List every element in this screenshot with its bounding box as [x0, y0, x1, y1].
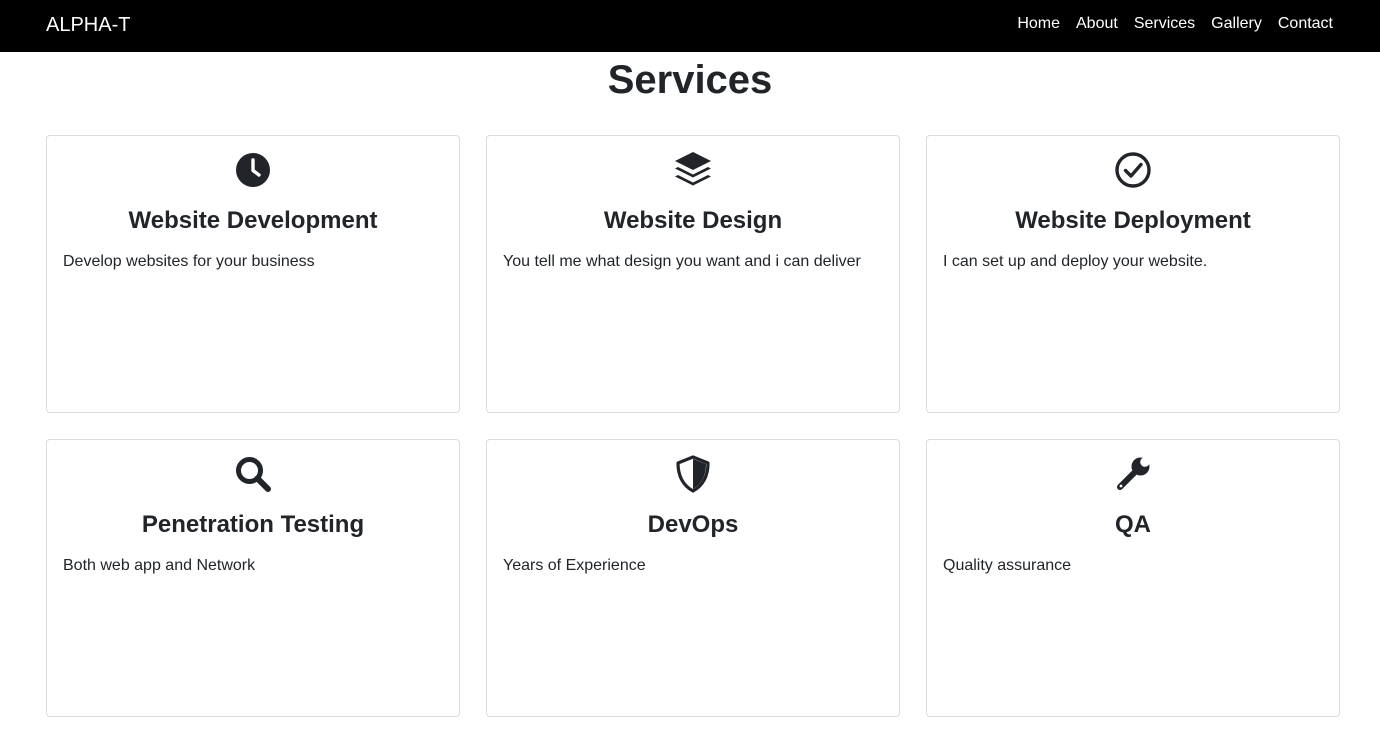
- service-card-website-design: Website Design You tell me what design y…: [486, 135, 900, 413]
- nav-link-contact[interactable]: Contact: [1278, 14, 1333, 34]
- card-text: I can set up and deploy your website.: [943, 253, 1208, 270]
- service-card-qa: QA Quality assurance: [926, 439, 1340, 717]
- card-title: Website Design: [603, 207, 783, 234]
- shield-icon: [487, 455, 899, 493]
- check-circle-icon: [927, 151, 1339, 189]
- nav-links: Home About Services Gallery Contact: [1017, 14, 1333, 34]
- page-title: Services: [607, 58, 773, 102]
- service-card-website-development: Website Development Develop websites for…: [46, 135, 460, 413]
- nav-link-gallery[interactable]: Gallery: [1211, 14, 1262, 34]
- nav-link-home[interactable]: Home: [1017, 14, 1060, 34]
- card-title: Website Development: [128, 207, 378, 234]
- wrench-icon: [927, 455, 1339, 493]
- brand-logo-link[interactable]: ALPHA-T: [46, 13, 130, 37]
- card-text: You tell me what design you want and i c…: [503, 253, 861, 270]
- service-card-penetration-testing: Penetration Testing Both web app and Net…: [46, 439, 460, 717]
- card-title: Penetration Testing: [141, 511, 365, 538]
- search-icon: [47, 455, 459, 493]
- card-title: DevOps: [647, 511, 739, 538]
- card-text: Develop websites for your business: [63, 253, 315, 270]
- service-card-website-deployment: Website Deployment I can set up and depl…: [926, 135, 1340, 413]
- card-text: Both web app and Network: [63, 557, 256, 574]
- nav-link-services[interactable]: Services: [1134, 14, 1195, 34]
- nav-link-about[interactable]: About: [1076, 14, 1118, 34]
- card-title: QA: [1115, 511, 1151, 538]
- navbar: ALPHA-T Home About Services Gallery Cont…: [0, 0, 1380, 52]
- clock-icon: [47, 151, 459, 189]
- card-text: Quality assurance: [943, 557, 1072, 574]
- card-title: Website Deployment: [1015, 207, 1251, 234]
- layers-icon: [487, 151, 899, 189]
- service-card-devops: DevOps Years of Experience: [486, 439, 900, 717]
- card-text: Years of Experience: [503, 557, 646, 574]
